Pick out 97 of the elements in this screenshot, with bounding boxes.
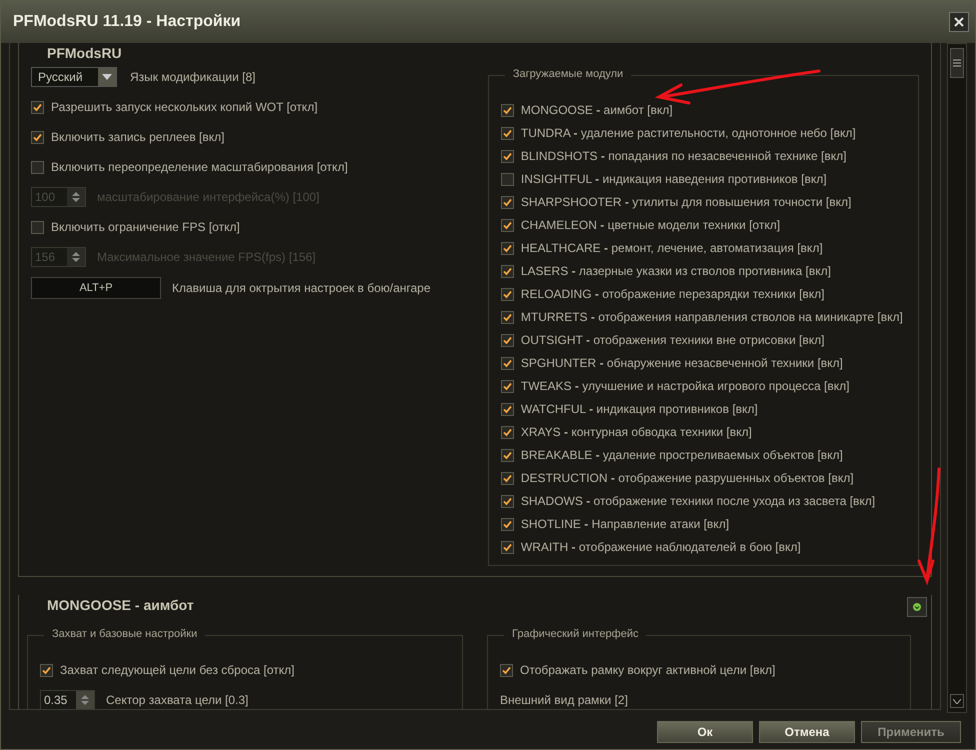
checkbox[interactable] (500, 218, 514, 232)
checkbox[interactable] (500, 448, 514, 462)
module-label: CHAMELEON - цветные модели техники [откл] (520, 218, 780, 232)
checkmark-icon (42, 666, 51, 674)
option-label: Клавиша для октрытия настроек в бою/ангаре (172, 281, 431, 295)
checkbox[interactable] (500, 242, 514, 254)
checkmark-icon (502, 312, 512, 322)
checkmark-icon (502, 244, 512, 252)
checkbox[interactable] (500, 172, 514, 186)
close-icon (954, 17, 964, 27)
module-label: WATCHFUL - индикация противников [вкл] (520, 402, 758, 416)
number-spinner[interactable]: 0.35 (40, 690, 95, 709)
window-title: PFModsRU 11.19 - Настройки (13, 13, 241, 31)
checkbox[interactable] (40, 664, 53, 676)
checkmark-icon (502, 336, 512, 344)
checkbox[interactable] (500, 472, 514, 484)
scrollbar[interactable] (947, 43, 967, 713)
module-label: XRAYS - контурная обводка техники [вкл] (520, 425, 752, 439)
scroll-thumb-icon[interactable] (953, 59, 961, 67)
module-label: SHADOWS - отображение техники после ухода из засвета [вкл] (520, 494, 876, 508)
module-label: TWEAKS - улучшение и настройка игрового процесса [вкл] (520, 379, 850, 393)
checkbox[interactable] (500, 264, 514, 278)
module-label: SHARPSHOOTER - утилиты для повышения точности [вкл] (520, 195, 852, 209)
checkmark-icon (502, 496, 512, 506)
module-label: BLINDSHOTS - попадания по незасвеченной технике [вкл] (520, 149, 846, 163)
checkmark-icon (502, 290, 512, 298)
checkmark-icon (502, 474, 512, 482)
dropdown-arrow-icon (102, 74, 112, 80)
checkmark-icon (502, 152, 512, 160)
checkmark-icon (502, 266, 512, 276)
checkbox[interactable] (500, 380, 514, 392)
checkbox[interactable] (500, 150, 514, 162)
checkbox[interactable] (500, 494, 514, 508)
dialog-button[interactable]: Отмена (759, 721, 855, 743)
checkbox[interactable] (500, 196, 514, 208)
group-title: Графический интерфейс (504, 628, 646, 640)
checkbox[interactable] (500, 664, 513, 676)
checkmark-icon (502, 404, 512, 414)
checkmark-icon (502, 450, 512, 460)
checkbox[interactable] (31, 130, 44, 144)
checkbox[interactable] (500, 310, 514, 324)
language-dropdown[interactable]: Русский (31, 67, 117, 87)
module-label: MTURRETS - отображения направления стволов на миникарте [вкл] (520, 310, 903, 324)
option-label: Разрешить запуск нескольких копий WOT [откл] (51, 100, 318, 114)
module-label: DESTRUCTION - отображение разрушенных объектов [вкл] (520, 471, 854, 485)
option-label: Включить запись реплеев [вкл] (51, 130, 224, 144)
option-label: Сектор захвата цели [0.3] (106, 693, 248, 707)
checkmark-icon (33, 132, 42, 142)
checkbox[interactable] (500, 426, 514, 438)
module-label: WRAITH - отображение наблюдателей в бою [вкл] (520, 540, 801, 554)
close-button[interactable] (949, 12, 969, 32)
checkbox[interactable] (500, 288, 514, 300)
checkbox[interactable] (500, 126, 514, 140)
checkmark-icon (502, 128, 512, 138)
checkbox[interactable] (31, 220, 44, 234)
checkbox[interactable] (500, 104, 514, 116)
checkmark-icon (502, 220, 512, 230)
checkmark-icon (502, 358, 512, 368)
checkmark-icon (502, 382, 512, 390)
chevron-icon (913, 603, 921, 611)
module-label: SPGHUNTER - обнаружение незасвеченной техники [вкл] (520, 356, 843, 370)
checkbox[interactable] (31, 100, 44, 114)
dialog-button[interactable]: Ок (657, 721, 753, 743)
option-label: Захват следующей цели без сброса [откл] (60, 663, 294, 677)
checkbox[interactable] (500, 402, 514, 416)
group-title: Захват и базовые настройки (44, 628, 206, 640)
scroll-down-icon[interactable] (953, 698, 961, 704)
module-label: INSIGHTFUL - индикация наведения противников [вкл] (520, 172, 827, 186)
spinner-arrows-icon[interactable] (80, 693, 90, 707)
expand-button[interactable] (907, 597, 927, 617)
option-label: Включить ограничение FPS [откл] (51, 220, 240, 234)
module-label: RELOADING - отображение перезарядки техники [вкл] (520, 287, 825, 301)
checkbox[interactable] (500, 540, 514, 554)
checkmark-icon (502, 666, 511, 674)
module-label: OUTSIGHT - отображения техники вне отрисовки [вкл] (520, 333, 824, 347)
checkmark-icon (502, 428, 512, 436)
group-title: Загружаемые модули (504, 68, 632, 80)
module-label: LASERS - лазерные указки из стволов противника [вкл] (520, 264, 831, 278)
module-label: TUNDRA - удаление растительности, однотонное небо [вкл] (520, 126, 856, 140)
checkbox[interactable] (500, 334, 514, 346)
checkmark-icon (502, 542, 512, 552)
module-label: MONGOOSE - аимбот [вкл] (520, 103, 673, 117)
checkmark-icon (502, 106, 512, 114)
checkmark-icon (502, 198, 512, 206)
checkbox[interactable] (500, 356, 514, 370)
option-label: Включить переопределение масштабирования [откл] (51, 160, 348, 174)
checkbox[interactable] (500, 518, 514, 530)
checkmark-icon (502, 520, 512, 528)
checkmark-icon (33, 102, 42, 112)
module-label: BREAKABLE - удаление простреливаемых объектов [вкл] (520, 448, 843, 462)
module-label: SHOTLINE - Направление атаки [вкл] (520, 517, 730, 531)
module-label: HEALTHCARE - ремонт, лечение, автоматизация [вкл] (520, 241, 823, 255)
hotkey-field[interactable]: ALT+P (31, 277, 161, 299)
option-label: Внешний вид рамки [2] (500, 693, 628, 707)
checkbox[interactable] (31, 160, 44, 174)
option-label: Язык модификации [8] (130, 70, 256, 84)
option-label: Отображать рамку вокруг активной цели [вкл] (520, 663, 776, 677)
